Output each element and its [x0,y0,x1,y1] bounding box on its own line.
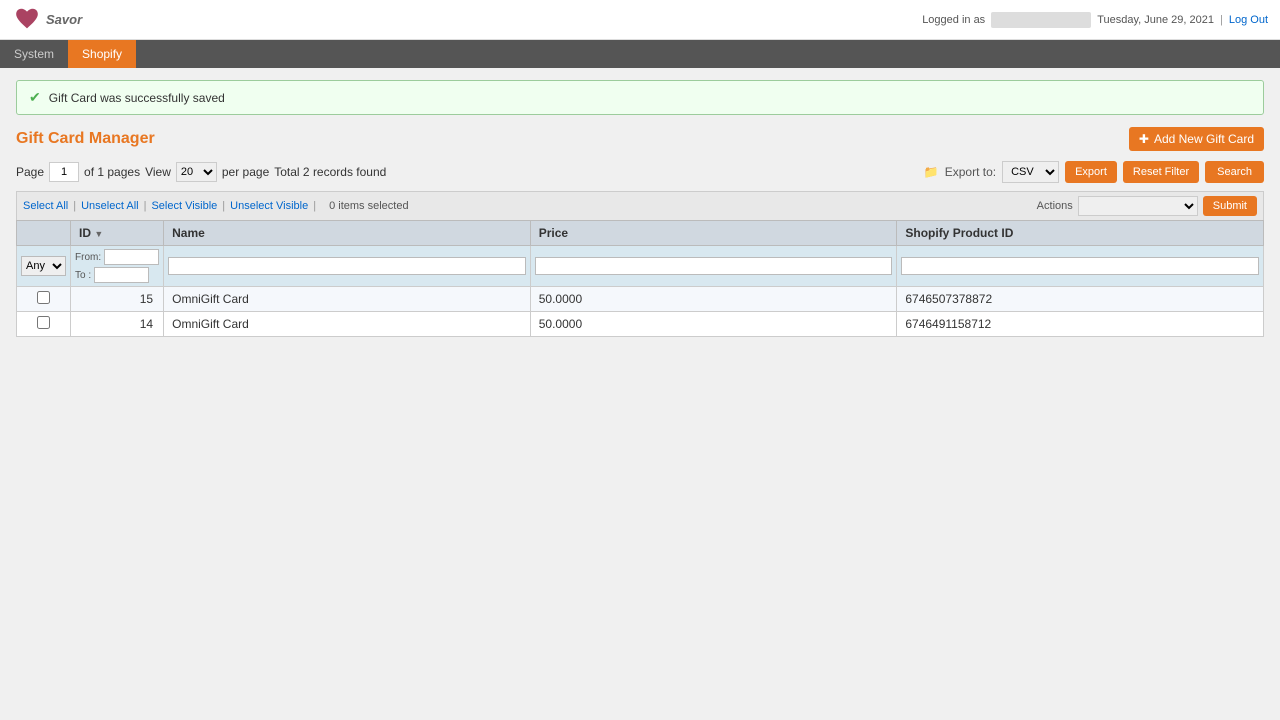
table-header-row: ID ▼ Name Price Shopify Product ID [17,221,1264,246]
filter-price-cell [530,246,897,287]
unselect-visible-link[interactable]: Unselect Visible [230,200,308,212]
pagination-right: 📁 Export to: CSV Excel XML Export Reset … [924,161,1264,183]
filter-id-cell: From: To : [71,246,164,287]
navigation: System Shopify [0,40,1280,68]
actions-select[interactable] [1078,196,1198,216]
table-row: 15 OmniGift Card 50.0000 6746507378872 [17,287,1264,312]
filter-shopify-id-cell [897,246,1264,287]
search-button[interactable]: Search [1205,161,1264,183]
filter-any-cell: Any [17,246,71,287]
unselect-all-link[interactable]: Unselect All [81,200,138,212]
view-label: View [145,165,171,179]
items-selected-count: 0 items selected [329,200,408,212]
page-label: Page [16,165,44,179]
filter-any-select[interactable]: Any [21,256,66,276]
row2-checkbox-cell [17,312,71,337]
row1-shopify-id: 6746507378872 [897,287,1264,312]
to-label: To : [75,270,91,281]
date-display: Tuesday, June 29, 2021 [1097,14,1214,26]
filter-id-from[interactable] [104,249,159,265]
pagination-left: Page of 1 pages View 20 50 100 per page … [16,162,386,182]
success-icon: ✔ [29,89,41,106]
filter-id-to[interactable] [94,267,149,283]
filter-name-input[interactable] [168,257,526,275]
row2-checkbox[interactable] [37,316,50,329]
actions-label: Actions [1037,200,1073,212]
submit-button[interactable]: Submit [1203,196,1257,216]
of-pages: of 1 pages [84,165,140,179]
username-display [991,12,1091,28]
export-icon: 📁 [924,165,939,179]
logo-icon [12,5,42,35]
title-bar: Gift Card Manager ✚ Add New Gift Card [16,127,1264,151]
total-records: Total 2 records found [274,165,386,179]
row1-id: 15 [71,287,164,312]
page-input[interactable] [49,162,79,182]
gift-card-table: ID ▼ Name Price Shopify Product ID [16,220,1264,337]
per-page-label: per page [222,165,269,179]
row2-shopify-id: 6746491158712 [897,312,1264,337]
row2-id: 14 [71,312,164,337]
col-header-id[interactable]: ID ▼ [71,221,164,246]
filter-name-cell [164,246,531,287]
header: Savor Logged in as Tuesday, June 29, 202… [0,0,1280,40]
col-header-name[interactable]: Name [164,221,531,246]
row1-name: OmniGift Card [164,287,531,312]
col-header-checkbox [17,221,71,246]
row1-price: 50.0000 [530,287,897,312]
per-page-select[interactable]: 20 50 100 [176,162,217,182]
page-title: Gift Card Manager [16,130,155,148]
add-new-gift-card-button[interactable]: ✚ Add New Gift Card [1129,127,1264,151]
row1-checkbox-cell [17,287,71,312]
logged-in-label: Logged in as [922,14,985,26]
export-label: Export to: [945,165,996,179]
logout-link[interactable]: Log Out [1229,14,1268,26]
add-btn-icon: ✚ [1139,132,1149,146]
pagination-row: Page of 1 pages View 20 50 100 per page … [16,161,1264,183]
nav-item-shopify[interactable]: Shopify [68,40,136,68]
row2-price: 50.0000 [530,312,897,337]
separator: | [1220,14,1223,26]
table-row: 14 OmniGift Card 50.0000 6746491158712 [17,312,1264,337]
actions-right: Actions Submit [1037,196,1257,216]
success-banner: ✔ Gift Card was successfully saved [16,80,1264,115]
logo: Savor [12,5,82,35]
filter-row: Any From: To : [17,246,1264,287]
col-header-shopify-product-id[interactable]: Shopify Product ID [897,221,1264,246]
row2-name: OmniGift Card [164,312,531,337]
reset-filter-button[interactable]: Reset Filter [1123,161,1199,183]
col-header-price[interactable]: Price [530,221,897,246]
selection-bar: Select All | Unselect All | Select Visib… [16,191,1264,220]
logo-text: Savor [46,12,82,27]
export-format-select[interactable]: CSV Excel XML [1002,161,1059,183]
main-content: ✔ Gift Card was successfully saved Gift … [0,68,1280,548]
filter-price-input[interactable] [535,257,893,275]
export-button[interactable]: Export [1065,161,1117,183]
from-label: From: [75,252,101,263]
nav-item-system[interactable]: System [0,40,68,68]
select-all-link[interactable]: Select All [23,200,68,212]
success-message: Gift Card was successfully saved [49,91,225,105]
filter-shopify-id-input[interactable] [901,257,1259,275]
select-visible-link[interactable]: Select Visible [151,200,217,212]
header-right: Logged in as Tuesday, June 29, 2021 | Lo… [922,12,1268,28]
id-sort-icon: ▼ [94,229,103,239]
row1-checkbox[interactable] [37,291,50,304]
